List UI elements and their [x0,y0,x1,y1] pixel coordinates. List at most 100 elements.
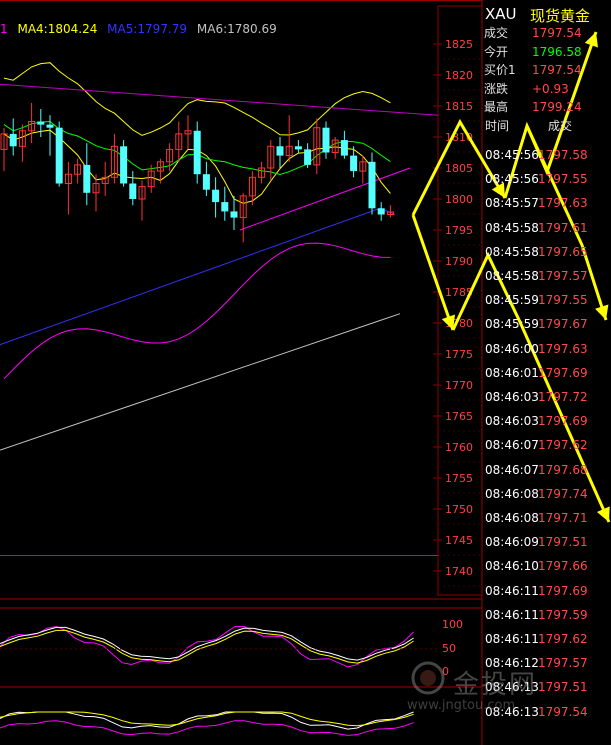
tick-price: 1797.63 [538,341,588,356]
tick-row: 08:46:11 1797.69 [482,579,611,603]
legend-item: MA6:1780.69 [196,22,277,36]
tick-row: 08:46:08 1797.71 [482,506,611,530]
quote-value: 1797.54 [532,26,582,40]
tick-price: 1797.66 [538,559,588,574]
quote-row: 涨跌 +0.93 [482,80,611,98]
tick-row: 08:45:58 1797.57 [482,264,611,288]
tick-price: 1797.69 [538,365,588,380]
quote-value: 1799.24 [532,100,582,114]
watermark: 金投网 www.jngtou.com [405,660,585,720]
quote-label: 涨跌 [484,81,509,96]
tick-price: 1797.74 [538,486,588,501]
price-tick-label: 1765 [445,410,473,423]
watermark-logo-icon [411,661,445,695]
quote-panel: XAU 现货黄金 成交 1797.54 今开 1796.58 买价1 1797.54 涨跌 +… [482,0,611,745]
tick-row: 08:46:03 1797.72 [482,385,611,409]
tick-price: 1797.67 [538,317,588,332]
tick-price: 1797.51 [538,535,588,550]
tick-time: 08:45:58 [485,244,539,259]
candle-body [129,183,137,199]
tick-price: 1797.65 [538,244,588,259]
quote-value: 1797.54 [532,63,582,77]
price-axis: 1825182018151810180518001795179017851780… [445,38,473,578]
tick-row: 08:46:11 1797.62 [482,627,611,651]
tick-price: 1797.62 [538,438,588,453]
candle-body [377,208,385,215]
tick-row: 08:46:11 1797.59 [482,603,611,627]
tick-time: 08:46:11 [485,632,539,646]
symbol-label: XAU [485,5,517,23]
legend-item: 1 [0,22,8,36]
tick-time: 08:46:09 [485,535,539,550]
tick-price: 1797.59 [538,607,588,622]
tick-time: 08:45:58 [485,220,539,235]
tick-time: 08:46:00 [485,341,539,356]
quote-row: 最高 1799.24 [482,98,611,116]
trend-line-support [239,167,411,231]
tick-row: 08:46:10 1797.66 [482,554,611,578]
price-tick-label: 1795 [445,224,473,237]
candle-body [55,127,63,184]
watermark-text: 金投网 [453,670,538,700]
tick-row: 08:45:59 1797.67 [482,312,611,336]
tick-time: 08:46:10 [485,559,539,574]
lower-osc-line [0,711,414,727]
tick-time: 08:45:57 [485,196,539,211]
tick-row: 08:46:08 1797.74 [482,482,611,506]
price-tick-label: 1815 [445,100,473,113]
price-tick-label: 1750 [445,503,473,516]
bollinger-lower [3,242,391,380]
tick-price: 1797.72 [538,390,588,404]
ma5-line [0,207,396,346]
tick-time: 08:46:03 [485,414,539,429]
tick-time: 08:45:59 [485,293,539,308]
tick-row: 08:46:03 1797.69 [482,409,611,433]
quote-label: 今开 [484,44,509,59]
tick-price: 1797.68 [538,462,588,477]
quote-label: 成交 [484,26,509,40]
price-tick-label: 1775 [445,348,473,361]
osc-j-line [0,626,414,661]
price-tick-label: 1800 [445,193,473,206]
tick-time: 08:45:58 [485,269,539,283]
tick-price: 1797.57 [538,269,588,283]
tick-price: 1797.69 [538,414,588,429]
tick-time: 08:46:11 [485,607,539,622]
tick-row: 08:46:00 1797.63 [482,337,611,361]
trend-line-upper [0,83,439,116]
candle-body [83,164,91,193]
instrument-name: 现货黄金 [530,7,591,25]
quote-label: 买价1 [484,63,516,77]
candle-body [202,174,210,190]
candle-body [368,161,376,209]
tick-price: 1797.55 [538,172,588,187]
candle-body [350,155,358,172]
tick-table-header: 时间 成交 [482,115,611,137]
tick-price: 1797.69 [538,583,588,598]
candle-body [340,140,348,156]
tick-row: 08:45:58 1797.65 [482,240,611,264]
price-tick-label: 1755 [445,472,473,485]
tick-row: 08:46:09 1797.51 [482,530,611,554]
candles [0,102,394,243]
ma6-line [0,313,401,451]
candle-body [294,146,302,150]
tick-row: 08:46:07 1797.68 [482,458,611,482]
candle-body [9,133,17,147]
tick-row: 08:45:59 1797.55 [482,288,611,312]
quote-value: 1796.58 [532,44,582,59]
tick-price: 1797.58 [538,148,588,162]
tick-time: 08:45:59 [485,317,539,332]
quote-label: 最高 [484,100,509,114]
tick-row: 08:45:58 1797.61 [482,216,611,240]
tick-row: 08:46:07 1797.62 [482,433,611,457]
candle-body [193,130,201,175]
price-tick-label: 1820 [445,69,473,82]
quote-header: XAU 现货黄金 [482,2,611,25]
candle-body [46,124,54,128]
price-tick-label: 1745 [445,534,473,547]
quote-row: 今开 1796.58 [482,43,611,61]
legend-item: MA4:1804.24 [17,22,98,36]
price-tick-label: 1790 [445,255,473,268]
price-tick-label: 1760 [445,441,473,454]
